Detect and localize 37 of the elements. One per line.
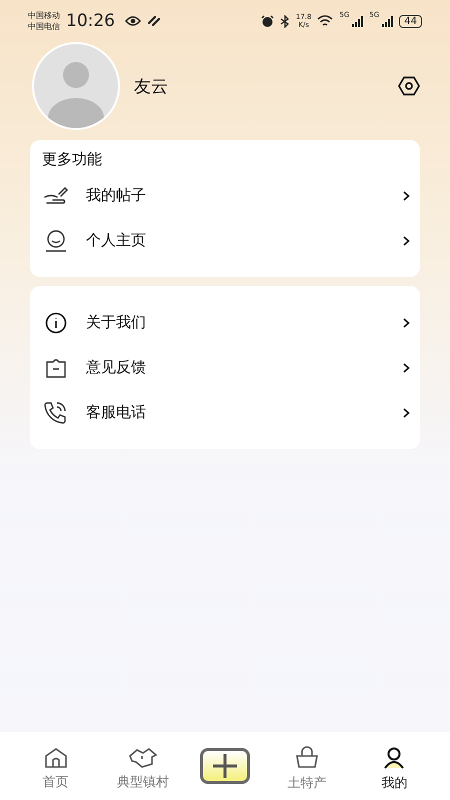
signal-icon [351, 15, 364, 27]
home-icon [44, 747, 68, 769]
nav-tab[interactable]: 典型镇村 [112, 741, 173, 791]
menu-item[interactable]: 客服电话 [42, 390, 410, 435]
nav-tab[interactable]: 我的 [364, 740, 424, 792]
settings-icon[interactable] [398, 76, 420, 96]
nav-tab[interactable]: 土特产 [277, 740, 338, 792]
eye-icon [125, 16, 141, 26]
alarm-icon [260, 14, 274, 28]
menu-item[interactable]: 个人主页 [42, 218, 410, 263]
nav-tab[interactable]: 首页 [26, 741, 86, 791]
clock-time: 10:26 [66, 11, 115, 31]
section-title: 更多功能 [42, 150, 103, 169]
wifi-icon [317, 15, 334, 27]
carrier-name: 中国移动 [28, 10, 60, 21]
menu-item[interactable]: 意见反馈 [42, 345, 410, 390]
pen-icon [43, 184, 69, 206]
plus-icon [212, 753, 238, 779]
carrier-name: 中国电信 [28, 21, 60, 32]
face-icon [44, 228, 68, 252]
chevron-icon [403, 236, 410, 246]
house-roof-icon [128, 747, 158, 769]
add-button[interactable] [200, 748, 250, 784]
menu-item[interactable]: 关于我们 [42, 300, 410, 345]
bag-icon [294, 746, 320, 770]
user-name: 友云 [134, 76, 169, 98]
info-icon [45, 312, 67, 334]
bluetooth-icon [280, 14, 290, 28]
chevron-icon [403, 318, 410, 328]
chevron-icon [403, 190, 410, 200]
clipboard-icon [45, 356, 67, 378]
chevron-icon [403, 362, 410, 372]
signal-icon [381, 15, 394, 27]
chevron-icon [403, 408, 410, 418]
battery-level: 44 [399, 14, 422, 28]
menu-item[interactable]: 我的帖子 [42, 173, 410, 218]
person-icon [382, 746, 406, 770]
